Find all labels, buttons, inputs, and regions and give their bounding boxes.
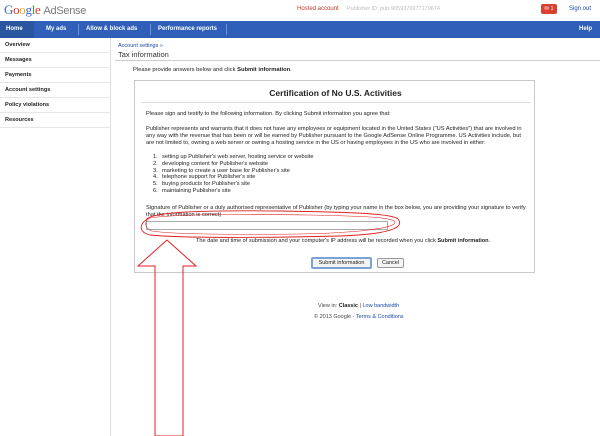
view-mode-switcher: View in: Classic | Low bandwidth [318,303,400,309]
tab-home[interactable]: Home [0,21,34,38]
sidebar-item-payments[interactable]: Payments [0,68,110,83]
certification-divider [142,102,530,103]
list-item: 6. maintaining Publisher's site [153,187,231,194]
signature-label: Signature of Publisher or a duly authori… [146,205,526,218]
breadcrumb-account-settings[interactable]: Account settings » [118,43,163,49]
sign-out-link[interactable]: Sign out [569,6,591,12]
certification-heading: Certification of No U.S. Activities [269,88,402,98]
tab-allow-block-ads[interactable]: Allow & block ads [80,21,143,38]
view-low-bandwidth-link[interactable]: Low bandwidth [362,303,399,309]
certification-intro: Please sign and testify to the following… [146,111,391,117]
record-notice: The date and time of submission and your… [196,238,491,244]
hosted-account-label: Hosted account [297,6,339,12]
copyright-text: © 2013 Google - [314,314,356,320]
list-item: 5. buying products for Publisher's site [153,181,251,188]
tab-help[interactable]: Help [573,21,598,38]
view-classic-link[interactable]: Classic [339,303,358,309]
sidebar: Overview Messages Payments Account setti… [0,38,111,436]
title-divider [115,60,600,61]
product-name: AdSense [43,5,87,17]
certification-panel: Certification of No U.S. Activities Plea… [134,80,535,273]
main-navigation: Home My ads Allow & block ads Performanc… [0,21,600,38]
mail-notification-button[interactable]: ✉ 1 [541,4,557,14]
list-item: 3. marketing to create a user base for Pu… [153,167,290,174]
cancel-button[interactable]: Cancel [377,258,404,268]
signature-input[interactable] [146,221,388,230]
intro-text: Please provide answers below and click S… [133,67,292,73]
google-adsense-logo[interactable]: Google AdSense [4,2,86,18]
tab-performance-reports[interactable]: Performance reports [152,21,223,38]
certification-statement: Publisher represents and warrants that i… [146,126,522,146]
mail-count: 1 [550,6,554,12]
list-item: 2. developing content for Publisher's web… [153,160,269,167]
mail-icon: ✉ [544,6,549,12]
tab-my-ads[interactable]: My ads [40,21,72,38]
sidebar-item-overview[interactable]: Overview [0,38,110,53]
submit-information-button[interactable]: Submit information [311,257,372,269]
sidebar-item-policy-violations[interactable]: Policy violations [0,98,110,113]
publisher-id: Publisher ID: pub-9059376977179674 [347,6,440,12]
page-title: Tax information [118,50,169,59]
sidebar-item-resources[interactable]: Resources [0,113,110,128]
list-item: 1. setting up Publisher's web server, hos… [153,154,314,160]
terms-link[interactable]: Terms & Conditions [356,314,404,320]
sidebar-item-messages[interactable]: Messages [0,53,110,68]
list-item: 4. telephone support for Publisher's site [153,174,256,181]
top-header: Google AdSense Hosted account Publisher I… [0,0,600,21]
footer: © 2013 Google - Terms & Conditions [314,314,404,320]
nav-divider [78,24,79,35]
us-activities-list: 1. setting up Publisher's web server, hos… [153,154,523,195]
nav-divider [226,24,227,35]
nav-divider [150,24,151,35]
sidebar-item-account-settings[interactable]: Account settings [0,83,110,98]
